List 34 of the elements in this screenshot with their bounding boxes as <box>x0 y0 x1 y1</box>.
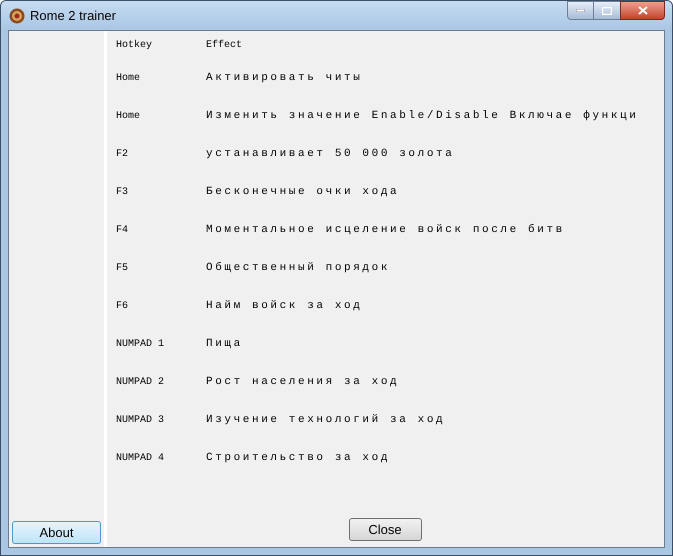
column-header: Hotkey <box>116 38 154 52</box>
effect-cell-text: Изменить значение Enable/Disable Включае функци <box>206 108 638 124</box>
effect-cell-text: Строительство за ход <box>206 450 390 466</box>
hotkey-cell-text: F2 <box>116 148 130 162</box>
about-button[interactable]: About <box>12 521 101 544</box>
effect-cell-text: Рост населения за ход <box>206 374 400 390</box>
effect-cell-text: Изучение технологий за ход <box>206 412 446 428</box>
app-icon <box>9 8 25 24</box>
hotkey-cell-text: NUMPAD 4 <box>116 452 166 466</box>
hotkey-cell-text: F5 <box>116 262 130 276</box>
close-button[interactable]: Close <box>348 518 422 541</box>
maximize-icon <box>602 6 612 14</box>
hotkey-cell-text: F6 <box>116 300 130 314</box>
effect-cell-text: Пища <box>206 336 243 352</box>
hotkey-cell-text: NUMPAD 2 <box>116 376 166 390</box>
hotkey-cell-text: NUMPAD 3 <box>116 414 166 428</box>
effect-cell-text: Активировать читы <box>206 70 362 86</box>
effect-cell-text: Найм войск за ход <box>206 298 362 314</box>
maximize-button[interactable] <box>594 1 620 20</box>
effect-cell-text: Бесконечные очки хода <box>206 184 400 200</box>
close-icon <box>638 6 648 15</box>
hotkey-cell-text: F3 <box>116 186 130 200</box>
hotkey-cell-text: Home <box>116 110 142 124</box>
effect-cell-text: Моментальное исцеление войск после битв <box>206 222 565 238</box>
close-window-button[interactable] <box>620 1 665 20</box>
effect-cell-text: Общественный порядок <box>206 260 390 276</box>
column-header: Effect <box>206 38 242 52</box>
hotkey-cell-text: NUMPAD 1 <box>116 338 166 352</box>
minimize-button[interactable] <box>567 1 594 20</box>
effect-cell-text: устанавливает 50 000 золота <box>206 146 454 162</box>
window-title: Rome 2 trainer <box>30 6 116 25</box>
hotkey-cell-text: F4 <box>116 224 130 238</box>
minimize-icon <box>576 9 585 12</box>
hotkey-cell-text: Home <box>116 72 142 86</box>
